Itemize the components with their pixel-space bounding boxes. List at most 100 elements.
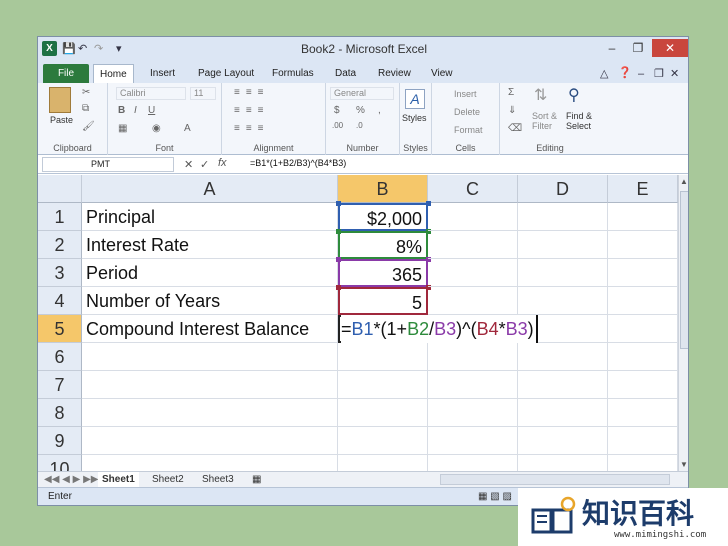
find-select-icon[interactable]: ⚲ <box>568 85 580 105</box>
cell-b9[interactable] <box>338 427 428 455</box>
clear-icon[interactable]: ⌫ <box>508 123 522 134</box>
enter-icon[interactable]: ✓ <box>200 158 209 171</box>
cell-a10[interactable] <box>82 455 338 471</box>
underline-icon[interactable]: U <box>148 105 155 116</box>
cell-b6[interactable] <box>338 343 428 371</box>
cell-c[interactable] <box>428 399 518 427</box>
cell-e[interactable] <box>608 203 678 231</box>
cell-d[interactable] <box>518 371 608 399</box>
cell-b7[interactable] <box>338 371 428 399</box>
cell-a9[interactable] <box>82 427 338 455</box>
comma-icon[interactable]: , <box>378 105 381 116</box>
cancel-icon[interactable]: ✕ <box>184 158 193 171</box>
cell-a4[interactable]: Number of Years <box>82 287 338 315</box>
cell-a1[interactable]: Principal <box>82 203 338 231</box>
row-header[interactable]: 4 <box>38 287 82 315</box>
restore-button[interactable]: ❐ <box>626 39 650 57</box>
column-header-e[interactable]: E <box>608 175 678 203</box>
cell-b5-formula[interactable]: =B1*(1+B2/B3)^(B4*B3) <box>341 315 538 343</box>
cell-b1[interactable]: $2,000 <box>338 203 428 231</box>
column-header-c[interactable]: C <box>428 175 518 203</box>
bold-icon[interactable]: B <box>118 105 125 116</box>
cell-b2[interactable]: 8% <box>338 231 428 259</box>
cell-e[interactable] <box>608 427 678 455</box>
cell-d[interactable] <box>518 287 608 315</box>
cell-c[interactable] <box>428 427 518 455</box>
tab-formulas[interactable]: Formulas <box>266 64 320 83</box>
vertical-align-icons[interactable]: ≡≡≡ <box>234 87 270 98</box>
select-all-corner[interactable] <box>38 175 82 203</box>
row-header[interactable]: 10 <box>38 455 82 471</box>
range-handle[interactable] <box>336 229 341 234</box>
cell-a8[interactable] <box>82 399 338 427</box>
cell-c[interactable] <box>428 203 518 231</box>
cell-e[interactable] <box>608 259 678 287</box>
cell-d[interactable] <box>518 203 608 231</box>
fill-icon[interactable]: ⇓ <box>508 105 516 116</box>
cut-icon[interactable]: ✂ <box>82 87 90 98</box>
minimize-ribbon-icon[interactable]: △ <box>600 66 608 82</box>
range-handle[interactable] <box>336 257 341 262</box>
cell-c[interactable] <box>428 231 518 259</box>
cell-e[interactable] <box>608 399 678 427</box>
sheet-nav-icons[interactable]: ◀◀ ◀ ▶ ▶▶ <box>40 472 102 487</box>
cell-c[interactable] <box>428 371 518 399</box>
styles-icon[interactable]: A <box>405 89 425 109</box>
paste-label[interactable]: Paste <box>50 115 73 125</box>
tab-page-layout[interactable]: Page Layout <box>192 64 260 83</box>
view-buttons-icon[interactable]: ▦ ▧ ▨ <box>478 491 512 502</box>
insert-cells-button[interactable]: Insert <box>454 89 477 99</box>
cell-e[interactable] <box>608 315 678 343</box>
cell-c[interactable] <box>428 287 518 315</box>
font-color-icon[interactable]: A <box>184 123 191 134</box>
cell-d[interactable] <box>518 427 608 455</box>
name-box[interactable]: PMT <box>42 157 174 172</box>
cell-c[interactable] <box>428 259 518 287</box>
cell-b3[interactable]: 365 <box>338 259 428 287</box>
sort-filter-icon[interactable]: ⇅ <box>534 85 547 105</box>
row-header[interactable]: 2 <box>38 231 82 259</box>
format-cells-button[interactable]: Format <box>454 125 483 135</box>
cell-d[interactable] <box>518 455 608 471</box>
tab-file[interactable]: File <box>43 64 89 83</box>
scroll-down-icon[interactable]: ▼ <box>680 460 688 469</box>
sheet-tab-1[interactable]: Sheet1 <box>98 472 139 487</box>
italic-icon[interactable]: I <box>134 105 137 116</box>
number-format-select[interactable]: General <box>330 87 394 100</box>
tab-home[interactable]: Home <box>93 64 134 83</box>
cell-a5[interactable]: Compound Interest Balance <box>82 315 338 343</box>
column-header-b[interactable]: B <box>338 175 428 203</box>
column-header-a[interactable]: A <box>82 175 338 203</box>
cell-d[interactable] <box>518 259 608 287</box>
currency-icon[interactable]: $ <box>334 105 340 116</box>
cell-e[interactable] <box>608 287 678 315</box>
increase-decimal-icon[interactable]: .00 <box>332 121 343 130</box>
sort-filter-label[interactable]: Sort & <box>532 111 557 121</box>
autosum-icon[interactable]: Σ <box>508 87 514 98</box>
cell-c[interactable] <box>428 455 518 471</box>
cell-d[interactable] <box>518 231 608 259</box>
cell-a3[interactable]: Period <box>82 259 338 287</box>
format-painter-icon[interactable]: 🖌 <box>82 121 95 132</box>
tab-review[interactable]: Review <box>372 64 417 83</box>
row-header[interactable]: 6 <box>38 343 82 371</box>
sheet-tab-3[interactable]: Sheet3 <box>198 472 238 487</box>
row-header[interactable]: 5 <box>38 315 82 343</box>
paste-icon[interactable] <box>49 87 71 113</box>
cell-e[interactable] <box>608 231 678 259</box>
tab-insert[interactable]: Insert <box>144 64 181 83</box>
range-handle[interactable] <box>336 201 341 206</box>
indent-icons[interactable]: ≡≡≡ <box>234 123 270 134</box>
tab-data[interactable]: Data <box>329 64 362 83</box>
doc-minimize-icon[interactable]: – <box>638 66 644 82</box>
row-header[interactable]: 8 <box>38 399 82 427</box>
cell-e[interactable] <box>608 343 678 371</box>
cell-b8[interactable] <box>338 399 428 427</box>
cell-d[interactable] <box>518 343 608 371</box>
find-select-label-2[interactable]: Select <box>566 121 591 131</box>
doc-close-icon[interactable]: ✕ <box>670 66 679 82</box>
insert-function-icon[interactable]: fx <box>218 157 227 169</box>
help-icon[interactable]: ❓ <box>618 65 632 81</box>
row-header[interactable]: 1 <box>38 203 82 231</box>
formula-input[interactable]: =B1*(1+B2/B3)^(B4*B3) <box>250 158 346 168</box>
